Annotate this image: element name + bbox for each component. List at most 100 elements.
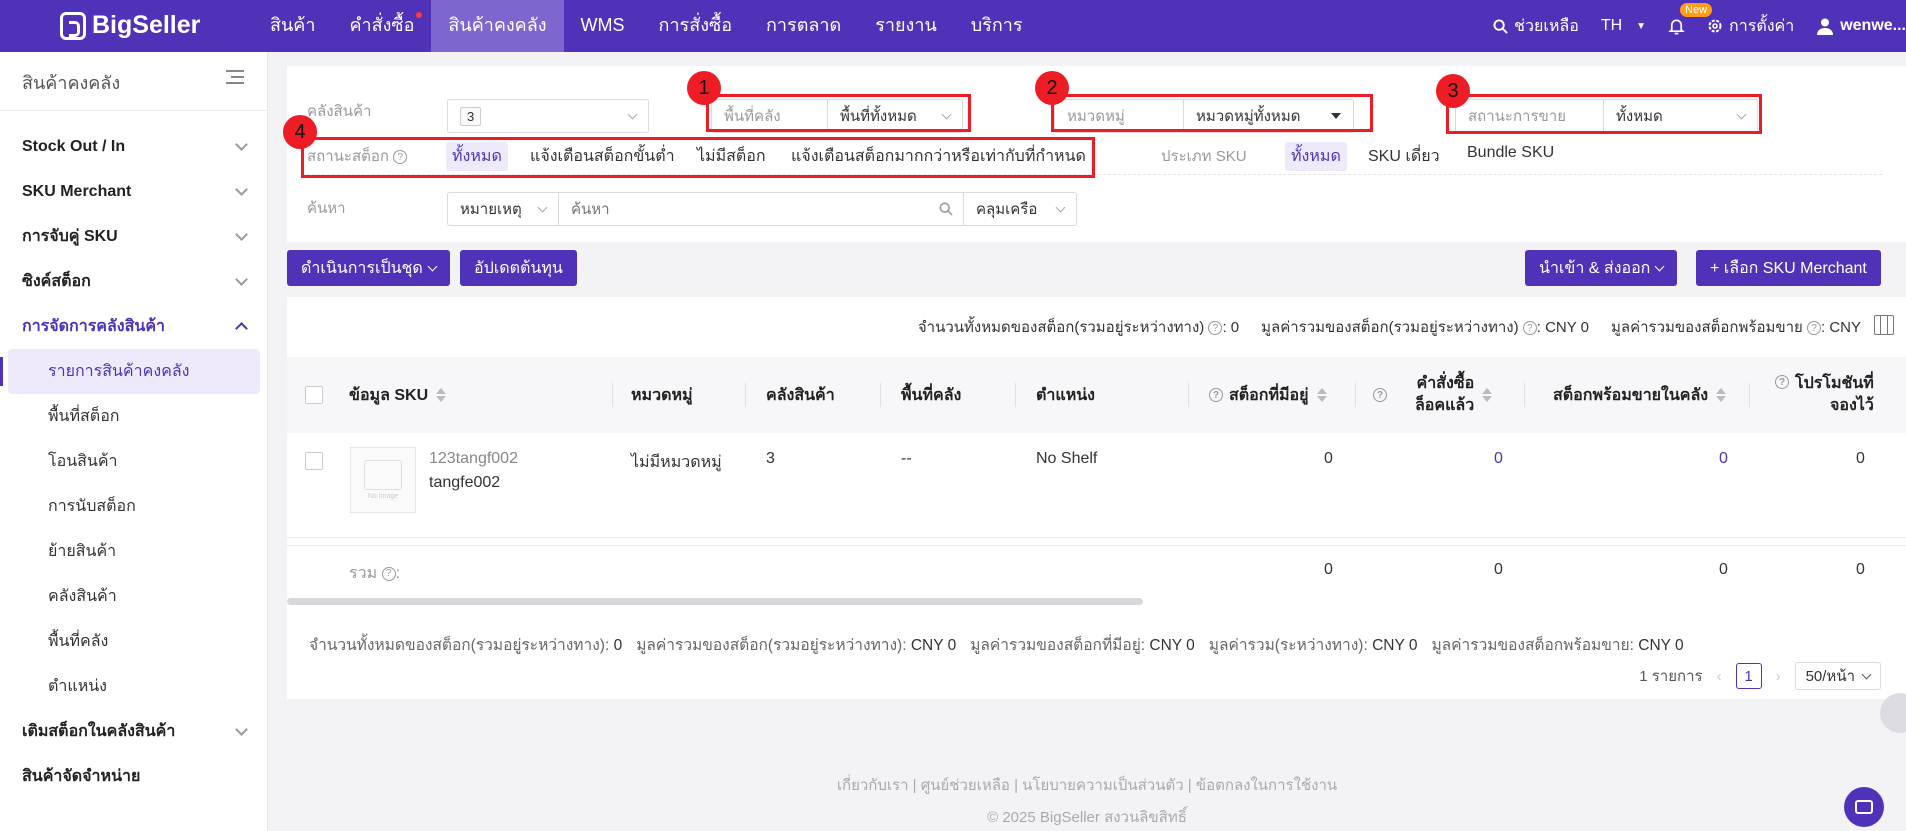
chevron-down-icon: [537, 202, 548, 212]
sidebar-item-stock-out-in[interactable]: Stock Out / In: [0, 124, 268, 169]
warehouse-select[interactable]: 3: [447, 99, 649, 133]
import-export-button[interactable]: นำเข้า & ส่งออก: [1525, 250, 1678, 286]
row-sellable[interactable]: 0: [1719, 450, 1728, 468]
sku-type-bundle[interactable]: Bundle SKU: [1467, 144, 1554, 162]
notification-bell[interactable]: New: [1668, 3, 1713, 35]
nav-wms[interactable]: WMS: [564, 0, 642, 52]
chevron-down-icon: [235, 228, 248, 241]
gear-icon: [1708, 19, 1722, 33]
row-sku-code[interactable]: 123tangf002: [429, 450, 518, 468]
nav-orders[interactable]: คำสั่งซื้อ: [332, 0, 431, 52]
row-checkbox[interactable]: [305, 452, 323, 470]
match-mode-select[interactable]: คลุมเครือ: [964, 193, 1076, 225]
nav-purchase[interactable]: การสั่งซื้อ: [642, 0, 749, 52]
annotation-marker-3: 3: [1436, 74, 1470, 108]
help-icon[interactable]: ?: [1522, 321, 1537, 336]
th-locked-orders[interactable]: ? คำสั่งซื้อ ล็อคแล้ว: [1373, 357, 1493, 433]
help-link[interactable]: ช่วยเหลือ: [1493, 14, 1579, 39]
sidebar-sub-warehouse[interactable]: คลังสินค้า: [8, 574, 260, 619]
batch-action-button[interactable]: ดำเนินการเป็นชุด: [287, 250, 450, 286]
chevron-down-icon: [235, 183, 248, 196]
sidebar-sub-zone[interactable]: พื้นที่คลัง: [8, 619, 260, 664]
sku-type-all[interactable]: ทั้งหมด: [1285, 142, 1347, 171]
sidebar-sub-stock-count[interactable]: การนับสต็อก: [8, 484, 260, 529]
th-sku-info[interactable]: ข้อมูล SKU: [349, 357, 447, 433]
copyright: © 2025 BigSeller สงวนลิขสิทธิ์: [987, 809, 1187, 826]
row-area: --: [901, 450, 912, 467]
sidebar-item-replenish[interactable]: เติมสต็อกในคลังสินค้า: [0, 709, 268, 754]
row-divider: [287, 537, 1906, 538]
chevron-down-icon: [1654, 261, 1665, 271]
nav-services[interactable]: บริการ: [954, 0, 1040, 52]
chevron-down-icon: [1861, 669, 1872, 679]
nav-reports[interactable]: รายงาน: [858, 0, 954, 52]
sort-icon[interactable]: [1482, 388, 1493, 402]
bigseller-logo-icon: [60, 11, 86, 40]
th-area: พื้นที่คลัง: [901, 386, 962, 404]
total-available: 0: [1324, 561, 1333, 578]
total-locked: 0: [1494, 561, 1503, 578]
top-navbar: BigSeller สินค้า คำสั่งซื้อ สินค้าคงคลัง…: [0, 0, 1906, 52]
settings-link[interactable]: การตั้งค่า: [1707, 14, 1794, 39]
sidebar-item-sku-mapping[interactable]: การจับคู่ SKU: [0, 214, 268, 259]
sidebar-sub-stock-area[interactable]: พื้นที่สต็อก: [8, 394, 260, 439]
warehouse-label: คลังสินค้า: [307, 103, 372, 120]
update-cost-button[interactable]: อัปเดตต้นทุน: [460, 250, 577, 286]
th-sellable-stock[interactable]: สต็อกพร้อมขายในคลัง: [1553, 357, 1727, 433]
search-field-select[interactable]: หมายเหตุ: [448, 193, 558, 225]
sidebar-sub-inventory-list[interactable]: รายการสินค้าคงคลัง: [0, 349, 260, 394]
annotation-marker-4: 4: [283, 115, 317, 149]
page-1-button[interactable]: 1: [1735, 663, 1762, 689]
row-locked[interactable]: 0: [1494, 450, 1503, 468]
th-available-stock[interactable]: ? สต็อกที่มีอยู่: [1209, 357, 1327, 433]
next-page-icon[interactable]: ›: [1776, 668, 1781, 685]
sort-icon[interactable]: [1316, 388, 1327, 402]
collapse-sidebar-icon[interactable]: [226, 70, 244, 86]
search-icon: [1493, 18, 1508, 34]
sidebar-divider: [0, 110, 268, 111]
annotation-box-1: [706, 94, 971, 132]
sidebar-sub-location[interactable]: ตำแหน่ง: [8, 664, 260, 709]
nav-marketing[interactable]: การตลาด: [749, 0, 858, 52]
sidebar-sub-move[interactable]: ย้ายสินค้า: [8, 529, 260, 574]
prev-page-icon[interactable]: ‹: [1717, 668, 1722, 685]
select-sku-merchant-button[interactable]: + เลือก SKU Merchant: [1696, 250, 1881, 286]
nav-products[interactable]: สินค้า: [253, 0, 332, 52]
sidebar-sub-transfer[interactable]: โอนสินค้า: [8, 439, 260, 484]
sku-type-label: ประเภท SKU: [1161, 148, 1247, 165]
sku-type-single[interactable]: SKU เดี่ยว: [1368, 144, 1440, 169]
page-size-select[interactable]: 50/หน้า: [1794, 662, 1881, 690]
help-icon[interactable]: ?: [1208, 321, 1223, 336]
search-icon[interactable]: [939, 202, 953, 216]
side-expand-tab[interactable]: [1880, 693, 1906, 733]
column-settings-icon[interactable]: [1874, 315, 1894, 335]
annotation-box-4: [301, 137, 1095, 178]
help-icon[interactable]: ?: [1209, 388, 1223, 402]
user-menu[interactable]: wenwe...: [1816, 17, 1906, 35]
brand-logo[interactable]: BigSeller: [60, 11, 200, 40]
help-icon[interactable]: ?: [1775, 375, 1789, 389]
row-divider: [287, 545, 1906, 546]
help-icon[interactable]: ?: [1373, 388, 1387, 402]
sidebar-item-sku-merchant[interactable]: SKU Merchant: [0, 169, 268, 214]
help-icon[interactable]: ?: [1806, 321, 1821, 336]
help-icon[interactable]: ?: [381, 566, 396, 581]
sidebar-menu: Stock Out / In SKU Merchant การจับคู่ SK…: [0, 124, 268, 799]
row-promo-reserved: 0: [1856, 450, 1865, 467]
footer-links[interactable]: เกี่ยวกับเรา | ศูนย์ช่วยเหลือ | นโยบายคว…: [0, 773, 1906, 797]
chevron-down-icon: [235, 723, 248, 736]
search-input[interactable]: [559, 193, 939, 225]
sort-icon[interactable]: [436, 388, 447, 402]
select-all-checkbox[interactable]: [305, 386, 323, 404]
summary-top: จำนวนทั้งหมดของสต็อก(รวมอยู่ระหว่างทาง) …: [917, 319, 1861, 336]
nav-inventory[interactable]: สินค้าคงคลัง: [431, 0, 564, 52]
sidebar-item-stock-sync[interactable]: ซิงค์สต็อก: [0, 259, 268, 304]
sidebar-item-warehouse-management[interactable]: การจัดการคลังสินค้า: [0, 304, 268, 349]
sort-icon[interactable]: [1716, 388, 1727, 402]
language-switcher[interactable]: TH ▼: [1601, 17, 1646, 35]
row-sku-name: tangfe002: [429, 474, 501, 491]
horizontal-scrollbar[interactable]: [287, 598, 1143, 605]
sidebar: สินค้าคงคลัง Stock Out / In SKU Merchant…: [0, 52, 268, 831]
chevron-down-icon: [427, 261, 438, 271]
chat-button[interactable]: [1844, 787, 1884, 827]
